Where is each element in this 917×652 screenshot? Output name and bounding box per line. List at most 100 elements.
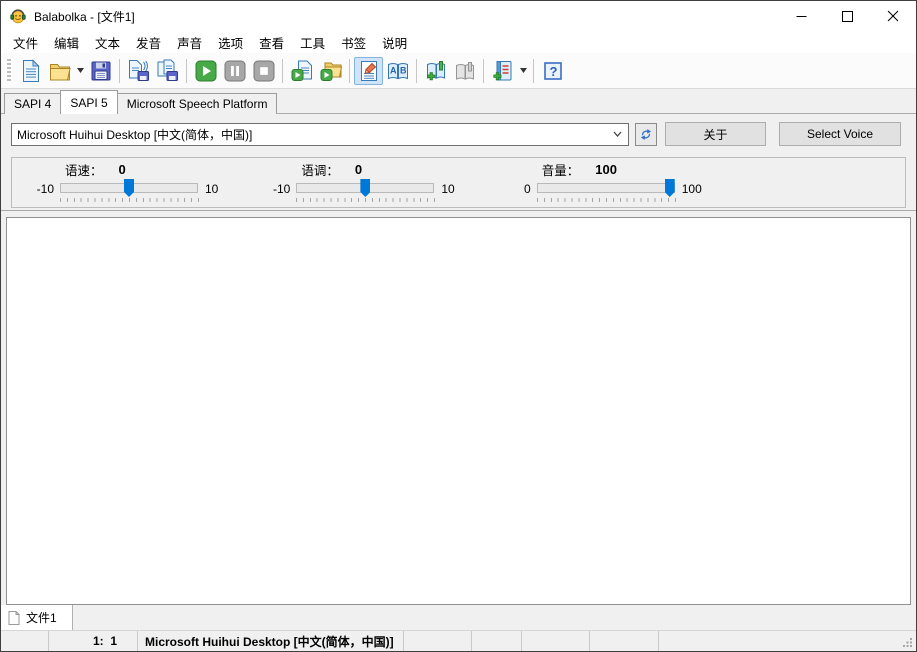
pitch-slider-group: 语调： 0 -10 10 xyxy=(264,161,454,207)
toolbar-gripper[interactable] xyxy=(7,59,11,83)
minimize-button[interactable] xyxy=(778,1,824,31)
about-voice-button[interactable]: 关于 xyxy=(665,122,766,146)
editor-container xyxy=(6,217,911,605)
volume-max-label: 100 xyxy=(682,181,702,196)
maximize-icon xyxy=(842,11,853,22)
split-and-save-audio-button[interactable] xyxy=(153,57,182,85)
text-highlighting-toggle[interactable] xyxy=(354,57,383,85)
menu-pronunciation[interactable]: 发音 xyxy=(128,31,169,54)
menu-text[interactable]: 文本 xyxy=(87,31,128,54)
status-cell-empty xyxy=(590,631,659,651)
app-window: Balabolka - [文件1] 文件 编辑 文本 发音 声音 选项 查看 工… xyxy=(0,0,917,652)
sapi5-tab-page: Microsoft Huihui Desktop [中文(简体，中国)] 关于 … xyxy=(1,114,916,211)
play-folder-icon xyxy=(319,59,343,83)
status-bar: 1: 1 Microsoft Huihui Desktop [中文(简体，中国)… xyxy=(1,630,916,651)
toolbar-separator xyxy=(533,59,534,83)
pitch-slider[interactable] xyxy=(296,181,434,195)
document-icon xyxy=(8,611,20,625)
close-button[interactable] xyxy=(870,1,916,31)
menu-edit[interactable]: 编辑 xyxy=(46,31,87,54)
pause-icon xyxy=(223,59,247,83)
save-audio-file-icon xyxy=(127,59,151,83)
document-tab-file1[interactable]: 文件1 xyxy=(1,605,73,630)
app-logo-icon xyxy=(9,7,27,25)
menu-options[interactable]: 选项 xyxy=(210,31,251,54)
voice-combobox-value: Microsoft Huihui Desktop [中文(简体，中国)] xyxy=(17,126,606,143)
text-editor[interactable] xyxy=(7,218,910,604)
play-icon xyxy=(194,59,218,83)
rate-slider[interactable] xyxy=(60,181,198,195)
tab-sapi4[interactable]: SAPI 4 xyxy=(4,93,61,114)
remove-bookmark-button[interactable] xyxy=(450,57,479,85)
status-cell-empty xyxy=(472,631,522,651)
document-tab-bar: 文件1 xyxy=(1,605,916,630)
open-file-dropdown[interactable] xyxy=(74,57,86,85)
remove-bookmark-icon xyxy=(453,59,477,83)
menu-tools[interactable]: 工具 xyxy=(292,31,333,54)
volume-label: 音量： xyxy=(542,160,580,179)
open-file-button[interactable] xyxy=(45,57,74,85)
rate-slider-thumb[interactable] xyxy=(124,179,134,197)
toolbar-separator xyxy=(186,59,187,83)
combobox-chevron-icon[interactable] xyxy=(606,124,628,145)
volume-slider-thumb[interactable] xyxy=(665,179,675,197)
maximize-button[interactable] xyxy=(824,1,870,31)
toolbar-separator xyxy=(483,59,484,83)
stop-icon xyxy=(252,59,276,83)
volume-slider[interactable] xyxy=(537,181,675,195)
voice-combobox[interactable]: Microsoft Huihui Desktop [中文(简体，中国)] xyxy=(11,123,629,146)
window-controls xyxy=(778,1,916,31)
add-bookmark-button[interactable] xyxy=(421,57,450,85)
bookmark-list-dropdown[interactable] xyxy=(517,57,529,85)
status-cell-empty xyxy=(1,631,49,651)
save-file-button[interactable] xyxy=(86,57,115,85)
bookmark-list-button[interactable] xyxy=(488,57,517,85)
title-bar: Balabolka - [文件1] xyxy=(1,1,916,31)
menu-bookmarks[interactable]: 书签 xyxy=(333,31,374,54)
refresh-voices-button[interactable] xyxy=(635,123,657,146)
rate-label: 语速： xyxy=(65,160,103,179)
dictionary-button[interactable]: A B xyxy=(383,57,412,85)
status-line-column: 1: 1 xyxy=(49,631,138,651)
rate-slider-group: 语速： 0 -10 10 xyxy=(28,161,218,207)
menu-voice[interactable]: 声音 xyxy=(169,31,210,54)
new-document-button[interactable] xyxy=(16,57,45,85)
chevron-down-icon xyxy=(520,68,527,73)
tab-sapi5[interactable]: SAPI 5 xyxy=(60,90,117,114)
save-floppy-icon xyxy=(89,59,113,83)
minimize-icon xyxy=(796,11,807,22)
read-folder-aloud-button[interactable] xyxy=(316,57,345,85)
read-file-aloud-button[interactable] xyxy=(287,57,316,85)
menu-file[interactable]: 文件 xyxy=(5,31,46,54)
rate-slider-ticks xyxy=(60,198,199,202)
pause-button[interactable] xyxy=(220,57,249,85)
pitch-slider-thumb[interactable] xyxy=(360,179,370,197)
rate-max-label: 10 xyxy=(205,181,218,196)
menu-bar: 文件 编辑 文本 发音 声音 选项 查看 工具 书签 说明 xyxy=(1,31,916,53)
volume-slider-group: 音量： 100 0 100 xyxy=(505,161,702,207)
volume-slider-track[interactable] xyxy=(537,183,675,193)
pitch-max-label: 10 xyxy=(441,181,454,196)
status-cell-empty xyxy=(404,631,472,651)
pitch-min-label: -10 xyxy=(264,181,290,196)
voice-parameters-panel: 语速： 0 -10 10 语调： xyxy=(11,157,906,208)
help-button[interactable]: ? xyxy=(538,57,567,85)
document-tab-label: 文件1 xyxy=(26,609,57,626)
tab-microsoft-speech-platform[interactable]: Microsoft Speech Platform xyxy=(117,93,278,114)
toolbar-separator xyxy=(282,59,283,83)
toolbar-separator xyxy=(349,59,350,83)
pitch-label: 语调： xyxy=(301,160,339,179)
save-audio-file-button[interactable] xyxy=(124,57,153,85)
status-current-voice: Microsoft Huihui Desktop [中文(简体，中国)] xyxy=(138,631,404,651)
stop-button[interactable] xyxy=(249,57,278,85)
voice-engine-tabs: SAPI 4 SAPI 5 Microsoft Speech Platform xyxy=(1,89,916,114)
window-title: Balabolka - [文件1] xyxy=(34,8,135,25)
menu-help[interactable]: 说明 xyxy=(374,31,415,54)
chevron-down-icon xyxy=(77,68,84,73)
status-cell-empty xyxy=(522,631,590,651)
play-button[interactable] xyxy=(191,57,220,85)
resize-grip-icon[interactable] xyxy=(903,638,913,648)
svg-text:B: B xyxy=(400,65,407,75)
select-voice-button[interactable]: Select Voice xyxy=(779,122,901,146)
menu-view[interactable]: 查看 xyxy=(251,31,292,54)
